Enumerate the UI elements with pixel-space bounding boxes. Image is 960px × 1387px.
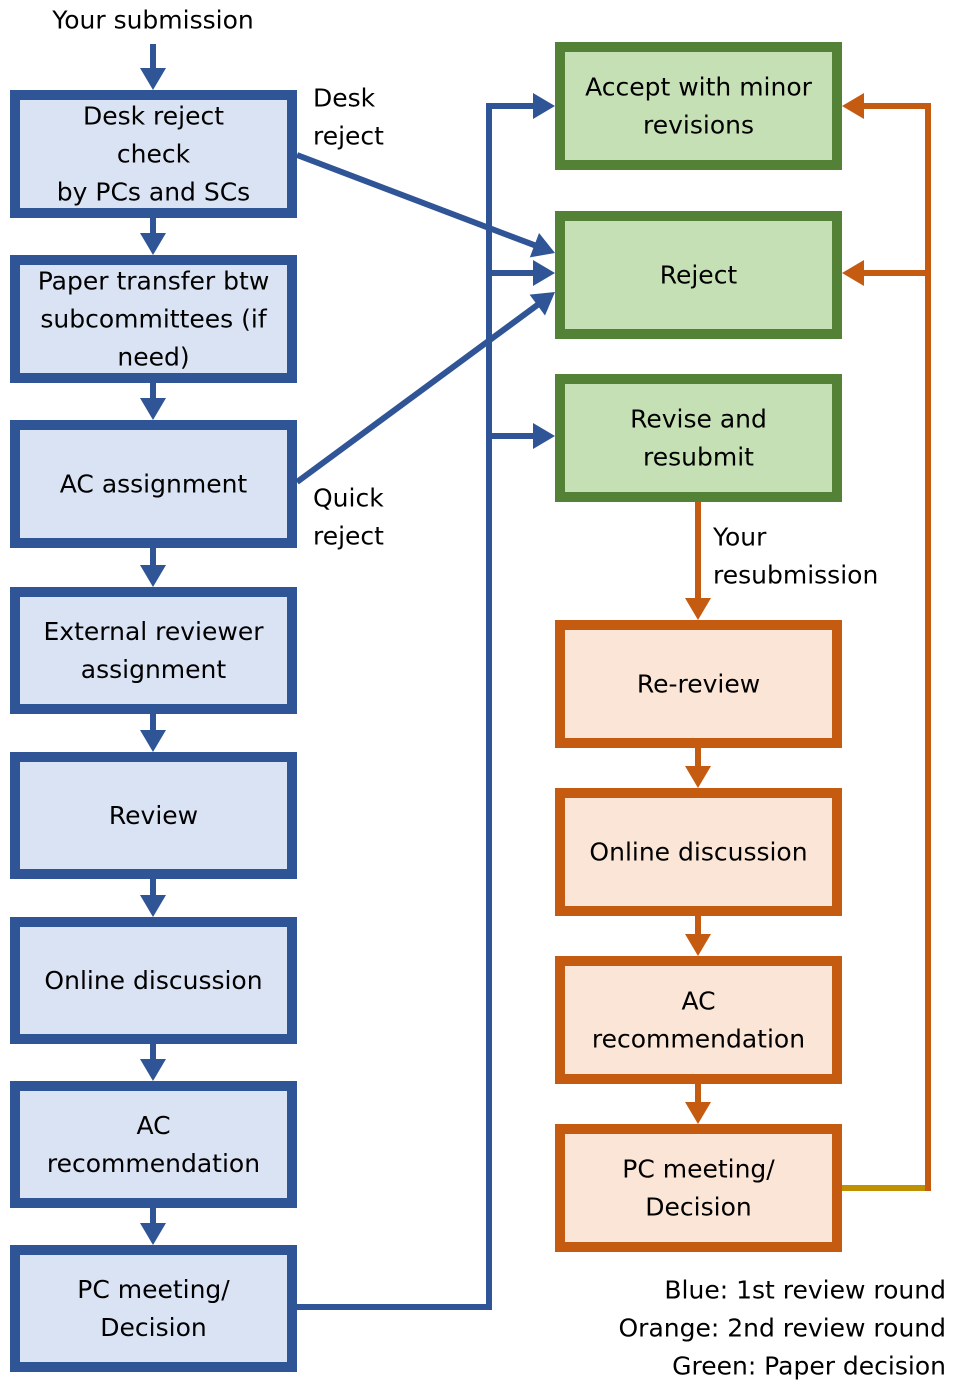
node-external-reviewer-assignment: External reviewer assignment [10,587,297,714]
flow-arrow-head [140,1059,166,1081]
to-revise-arrow-head [533,423,555,449]
quick-reject-label: reject [313,522,384,551]
flow-arrow-head [140,1223,166,1245]
node-label: Re-review [637,670,760,699]
quick-reject-arrow-head [529,292,555,316]
start-arrow-head [140,68,166,90]
node-desk-reject-check: Desk reject check by PCs and SCs [10,90,297,218]
node-label: recommendation [592,1025,805,1054]
node-label: PC meeting/ [77,1275,230,1304]
to-reject-arrow-head [533,260,555,286]
node-label: AC [136,1111,170,1140]
resubmission-label: Your [712,523,767,552]
desk-reject-arrow [295,152,540,250]
node-pc-meeting-decision: PC meeting/Decision [10,1245,297,1372]
flow-arrow-2-head [685,766,711,788]
node-label: subcommittees (if [40,305,267,334]
node-ac-assignment: AC assignment [10,420,297,548]
node-ac-recommendation-2: AC recommendation [555,956,842,1084]
node-label: by PCs and SCs [57,178,250,207]
node-box [555,956,842,1084]
node-label: Online discussion [589,838,807,867]
node-re-review: Re-review [555,620,842,748]
node-online-discussion-2: Online discussion [555,788,842,916]
node-label: recommendation [47,1149,260,1178]
node-revise-resubmit: Revise and resubmit [555,374,842,502]
node-label: AC assignment [60,470,248,499]
node-pc-meeting-decision-2: PC meeting/Decision [555,1124,842,1252]
node-box [555,374,842,502]
node-label: External reviewer [43,617,264,646]
node-box [555,1124,842,1252]
node-label: Reject [660,261,738,290]
node-label: need) [117,343,189,372]
flow-arrow-head [140,233,166,255]
to-accept-arrow-head [533,93,555,119]
desk-reject-label: reject [313,122,384,151]
legend-item: Orange: 2nd review round [618,1314,946,1343]
flow-arrow-head [140,895,166,917]
node-label: AC [681,987,715,1016]
node-label: Accept with minor [585,73,813,102]
node-label: Online discussion [44,966,262,995]
legend-item: Blue: 1st review round [664,1276,946,1305]
flow-arrow-head [140,398,166,420]
node-ac-recommendation: AC recommendation [10,1081,297,1208]
decision-bus [297,106,492,1310]
node-reject: Reject [555,211,842,339]
node-accept-minor-revisions: Accept with minor revisions [555,42,842,170]
node-box [10,1245,297,1372]
node-label: assignment [81,655,227,684]
quick-reject-arrow [295,300,543,485]
node-online-discussion: Online discussion [10,917,297,1044]
node-box [10,1081,297,1208]
resubmission-label: resubmission [713,561,878,590]
node-label: Revise and [630,405,767,434]
node-label: Review [109,801,198,830]
node-box [10,587,297,714]
node-label: revisions [643,111,754,140]
node-box [555,42,842,170]
node-review: Review [10,752,297,879]
node-label: PC meeting/ [622,1155,775,1184]
flow-arrow-head [140,730,166,752]
quick-reject-label: Quick [313,484,384,513]
nodes: Desk reject check by PCs and SCs Paper tran… [10,42,842,1372]
node-paper-transfer: Paper transfer btw subcommittees (if need) [10,255,297,383]
desk-reject-label: Desk [313,84,376,113]
node-label: Desk reject [83,102,224,131]
review-process-flowchart: Desk reject check by PCs and SCs Paper tran… [10,6,946,1381]
node-label: Decision [645,1193,751,1222]
resubmission-arrow-head [685,598,711,620]
node-label: Decision [100,1313,206,1342]
loop-to-accept-arrow-head [842,93,864,119]
legend-item: Green: Paper decision [672,1352,946,1381]
start-label: Your submission [51,6,254,35]
flow-arrow-2-head [685,934,711,956]
node-label: resubmit [643,443,754,472]
flow-arrow-2-head [685,1102,711,1124]
node-label: Paper transfer btw [38,267,270,296]
loop-to-reject-arrow-head [842,260,864,286]
flow-arrow-head [140,565,166,587]
node-label: check [117,140,191,169]
